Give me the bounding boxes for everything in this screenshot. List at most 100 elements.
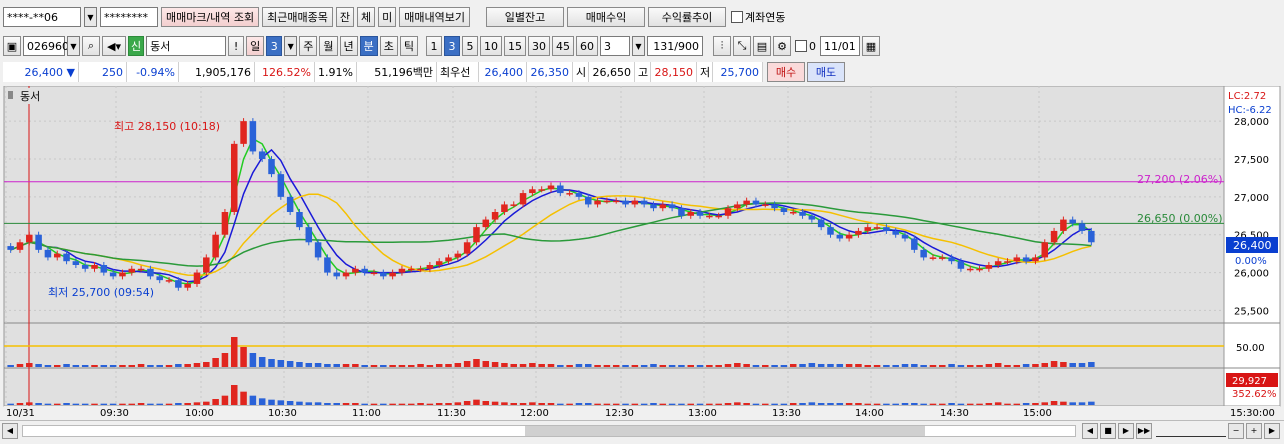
candle-body bbox=[203, 257, 210, 273]
stop-icon[interactable]: ■ bbox=[1100, 422, 1116, 439]
unfilled-button[interactable]: 미 bbox=[378, 7, 397, 27]
filled-button[interactable]: 체 bbox=[357, 7, 376, 27]
yearly-button[interactable]: 년 bbox=[339, 36, 358, 56]
search-icon[interactable]: ⌕ bbox=[82, 36, 100, 56]
interval-dropdown[interactable]: ▼ bbox=[632, 36, 645, 56]
save-icon[interactable]: ▤ bbox=[753, 36, 771, 56]
volume-bar bbox=[612, 365, 620, 367]
interval-45-button[interactable]: 45 bbox=[552, 36, 574, 56]
trade-mark-query-button[interactable]: 매매마크/내역 조회 bbox=[161, 7, 260, 27]
daily-dropdown[interactable]: ▼ bbox=[284, 36, 298, 56]
volume-bar-2 bbox=[603, 403, 611, 405]
daily-count-button[interactable]: 3 bbox=[266, 36, 283, 56]
volume-bar-2 bbox=[920, 403, 927, 405]
calendar-icon[interactable]: ▦ bbox=[862, 36, 880, 56]
account-number-field[interactable]: ****-**06 bbox=[3, 7, 81, 27]
trade-profit-button[interactable]: 매매수익 bbox=[567, 7, 646, 27]
volume-bar bbox=[109, 365, 117, 367]
layout-icon[interactable]: ▣ bbox=[3, 36, 21, 56]
candle-body bbox=[72, 261, 80, 265]
volume-bar bbox=[72, 365, 80, 367]
volume-bar bbox=[81, 365, 89, 367]
price-chart[interactable]: 28,00027,50027,00026,50026,00025,500 10/… bbox=[0, 85, 1284, 419]
weekly-button[interactable]: 주 bbox=[299, 36, 318, 56]
monthly-button[interactable]: 월 bbox=[319, 36, 338, 56]
checkbox-box[interactable] bbox=[795, 40, 807, 52]
candle-body bbox=[352, 268, 359, 273]
volume-bar bbox=[780, 365, 788, 367]
volume-bar bbox=[473, 359, 480, 367]
volume-bar-2 bbox=[696, 403, 704, 405]
zoom-in-icon[interactable]: + bbox=[1246, 422, 1262, 439]
tick-button[interactable]: 틱 bbox=[399, 36, 418, 56]
volume-bar-2 bbox=[137, 403, 145, 405]
alert-button[interactable]: ! bbox=[228, 36, 245, 56]
volume-bar bbox=[594, 365, 601, 367]
checkbox-box[interactable] bbox=[731, 11, 744, 23]
x-tick-label: 10/31 bbox=[6, 408, 35, 418]
volume-bar bbox=[1022, 364, 1030, 367]
recent-trades-button[interactable]: 최근매매종목 bbox=[262, 7, 333, 27]
date-field[interactable]: 11/01 bbox=[820, 36, 860, 56]
candle-body bbox=[808, 215, 816, 220]
code-dropdown[interactable]: ▼ bbox=[67, 36, 80, 56]
zoom-slider[interactable] bbox=[1156, 425, 1226, 437]
volume-bar bbox=[333, 364, 340, 367]
candle-body bbox=[873, 227, 881, 229]
x-tick-label: 14:30 bbox=[940, 408, 969, 418]
gear-icon[interactable]: ⚙ bbox=[773, 36, 791, 56]
scroll-track[interactable] bbox=[22, 424, 1076, 437]
fast-forward-icon[interactable]: ▶▶ bbox=[1136, 422, 1152, 439]
volume-bar-2 bbox=[473, 399, 480, 405]
interval-3-button[interactable]: 3 bbox=[444, 36, 460, 56]
draw-tool-icon[interactable]: ⤡ bbox=[733, 36, 751, 56]
stock-code-field[interactable]: 026960 bbox=[23, 36, 69, 56]
interval-15-button[interactable]: 15 bbox=[504, 36, 526, 56]
bar-count-field[interactable]: 131/900 bbox=[647, 36, 703, 56]
speaker-icon[interactable]: ◀▾ bbox=[102, 36, 126, 56]
trade-history-button[interactable]: 매매내역보기 bbox=[399, 7, 471, 27]
buy-button[interactable]: 매수 bbox=[767, 62, 805, 82]
daily-balance-button[interactable]: 일별잔고 bbox=[486, 7, 565, 27]
interval-5-button[interactable]: 5 bbox=[462, 36, 478, 56]
zero-checkbox[interactable]: 0 bbox=[793, 40, 818, 53]
volume-bar bbox=[873, 365, 881, 367]
play-icon[interactable]: ▶ bbox=[1118, 422, 1134, 439]
stock-name-field[interactable]: 동서 bbox=[146, 36, 227, 56]
volume-bar-2 bbox=[370, 403, 378, 405]
volume-bar-2 bbox=[780, 403, 788, 405]
interval-1-button[interactable]: 1 bbox=[426, 36, 442, 56]
scroll-thumb[interactable] bbox=[525, 425, 925, 436]
minute-button[interactable]: 분 bbox=[359, 36, 378, 56]
volume-bar-2 bbox=[836, 403, 844, 405]
daily-button[interactable]: 일 bbox=[246, 36, 265, 56]
second-button[interactable]: 초 bbox=[379, 36, 398, 56]
account-link-checkbox[interactable]: 계좌연동 bbox=[729, 9, 787, 25]
volume-bar-2 bbox=[1004, 403, 1011, 405]
candle-body bbox=[911, 238, 918, 250]
interval-30-button[interactable]: 30 bbox=[528, 36, 550, 56]
account-dropdown[interactable]: ▼ bbox=[84, 7, 97, 27]
candle-body bbox=[594, 200, 601, 205]
volume-bar-2 bbox=[715, 403, 722, 405]
x-axis: 10/31 09:30 10:00 10:30 11:00 11:30 12:00 12:30… bbox=[4, 406, 1280, 419]
candle-body bbox=[557, 185, 564, 194]
scroll-right-icon[interactable]: ▶ bbox=[1264, 422, 1280, 439]
chart-area[interactable]: 28,000 27,500 27,000 26,500 26,000 25,500 10/… bbox=[0, 85, 1284, 419]
scroll-left-icon[interactable]: ◀ bbox=[2, 422, 18, 439]
bottom-scroll-bar[interactable]: ◀ ◀ ■ ▶ ▶▶ − + ▶ bbox=[0, 420, 1284, 440]
interval-60-button[interactable]: 60 bbox=[576, 36, 598, 56]
candle-body bbox=[7, 246, 14, 250]
sell-button[interactable]: 매도 bbox=[807, 62, 845, 82]
profit-rate-trend-button[interactable]: 수익률추이 bbox=[648, 7, 727, 27]
password-field[interactable]: ******** bbox=[100, 7, 158, 27]
volume-bar bbox=[1013, 365, 1021, 367]
balance-button[interactable]: 잔 bbox=[335, 7, 355, 27]
play-back-icon[interactable]: ◀ bbox=[1082, 422, 1098, 439]
zoom-out-icon[interactable]: − bbox=[1228, 422, 1244, 439]
interval-field[interactable]: 3 bbox=[600, 36, 630, 56]
candle-type-icon[interactable]: ⫶ bbox=[713, 36, 731, 56]
volume-bar bbox=[892, 365, 899, 367]
interval-10-button[interactable]: 10 bbox=[480, 36, 502, 56]
candle-body bbox=[966, 268, 974, 271]
